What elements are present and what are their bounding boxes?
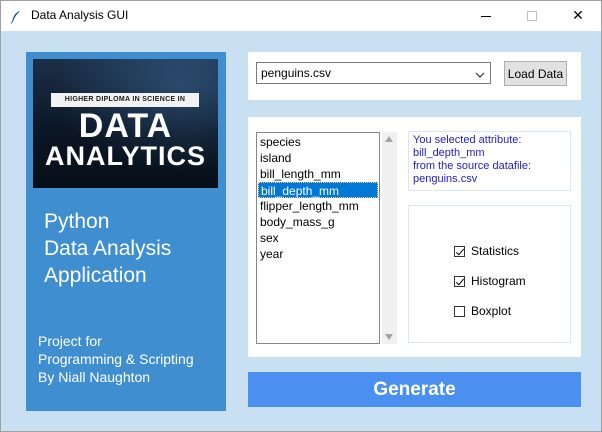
attribute-listbox[interactable]: species island bill_length_mm bill_depth…: [256, 132, 380, 344]
output-options: Statistics Histogram Boxplot: [408, 205, 571, 343]
feather-icon: [10, 9, 22, 24]
file-select-panel: penguins.csv Load Data: [248, 52, 581, 100]
close-button[interactable]: ✕: [555, 1, 601, 31]
boxplot-label: Boxplot: [471, 304, 512, 318]
load-data-button[interactable]: Load Data: [504, 61, 567, 86]
app-title: Python Data Analysis Application: [44, 208, 219, 289]
info-line: You selected attribute:: [413, 134, 522, 146]
data-analytics-logo: HIGHER DIPLOMA IN SCIENCE IN DATA ANALYT…: [33, 59, 218, 188]
chevron-down-icon[interactable]: [473, 67, 487, 81]
list-item[interactable]: year: [258, 246, 378, 262]
generate-button[interactable]: Generate: [248, 372, 581, 407]
minimize-button[interactable]: [463, 1, 509, 31]
logo-strip: HIGHER DIPLOMA IN SCIENCE IN: [51, 93, 199, 107]
window-title: Data Analysis GUI: [31, 8, 129, 22]
file-combobox-value: penguins.csv: [261, 66, 332, 80]
list-item[interactable]: island: [258, 150, 378, 166]
logo-strip-text: HIGHER DIPLOMA IN SCIENCE IN: [64, 96, 186, 103]
list-item-selected[interactable]: bill_depth_mm: [258, 182, 378, 198]
list-item[interactable]: flipper_length_mm: [258, 198, 378, 214]
statistics-label: Statistics: [471, 244, 520, 258]
app-title-line: Python: [44, 210, 110, 233]
app-title-line: Data Analysis: [44, 237, 172, 260]
statistics-option[interactable]: Statistics: [454, 244, 519, 258]
list-item[interactable]: body_mass_g: [258, 214, 378, 230]
selection-info: You selected attribute: bill_depth_mm fr…: [408, 131, 571, 191]
histogram-option[interactable]: Histogram: [454, 274, 526, 288]
boxplot-option[interactable]: Boxplot: [454, 304, 511, 318]
logo-word-analytics: ANALYTICS: [44, 141, 207, 171]
close-icon: ✕: [572, 8, 584, 24]
scroll-up-icon[interactable]: [385, 136, 393, 142]
project-credits: Project for Programming & Scripting By N…: [38, 332, 223, 386]
list-item[interactable]: bill_length_mm: [258, 166, 378, 182]
project-line: By Niall Naughton: [38, 369, 151, 385]
listbox-scrollbar[interactable]: [382, 132, 397, 344]
info-line: penguins.csv: [413, 173, 478, 185]
info-line: bill_depth_mm: [413, 147, 485, 159]
histogram-checkbox[interactable]: [454, 275, 465, 287]
maximize-button[interactable]: [509, 1, 555, 31]
list-item[interactable]: species: [258, 134, 378, 150]
title-bar: Data Analysis GUI ✕: [1, 1, 601, 31]
minimize-icon: [481, 15, 491, 17]
project-line: Programming & Scripting: [38, 351, 194, 367]
scroll-down-icon[interactable]: [385, 334, 393, 340]
boxplot-checkbox[interactable]: [454, 305, 465, 317]
list-item[interactable]: sex: [258, 230, 378, 246]
analysis-panel: species island bill_length_mm bill_depth…: [248, 117, 581, 357]
histogram-label: Histogram: [471, 274, 526, 288]
sidebar-panel: HIGHER DIPLOMA IN SCIENCE IN DATA ANALYT…: [26, 52, 226, 411]
info-line: from the source datafile:: [413, 160, 532, 172]
file-combobox[interactable]: penguins.csv: [256, 62, 491, 84]
app-window: Data Analysis GUI ✕ HIGHER DIPLOMA IN SC…: [0, 0, 602, 432]
selection-info-text: You selected attribute: bill_depth_mm fr…: [413, 134, 568, 186]
project-line: Project for: [38, 333, 102, 349]
maximize-icon: [527, 11, 537, 21]
statistics-checkbox[interactable]: [454, 245, 465, 257]
app-title-line: Application: [44, 264, 147, 287]
